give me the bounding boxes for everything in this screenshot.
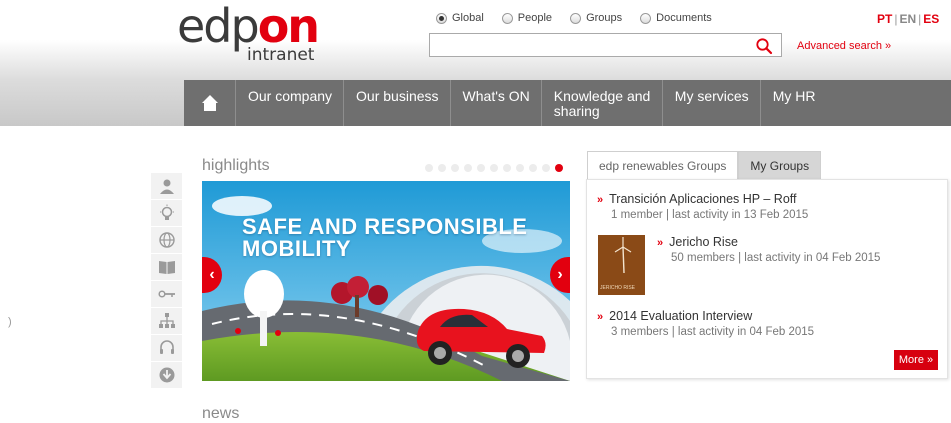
carousel-dot[interactable] <box>490 164 498 172</box>
group-title[interactable]: 2014 Evaluation Interview <box>609 309 752 323</box>
chevron-left-icon: ‹ <box>209 266 215 283</box>
side-headset-link[interactable] <box>151 335 182 361</box>
carousel-dot[interactable] <box>503 164 511 172</box>
download-icon <box>159 367 174 383</box>
nav-home[interactable] <box>184 80 236 126</box>
banner-illustration <box>202 181 570 381</box>
home-icon <box>201 95 218 111</box>
person-icon <box>159 179 174 194</box>
groups-tabs: edp renewables Groups My Groups <box>587 151 822 179</box>
scope-groups-label: Groups <box>586 12 623 24</box>
radio-groups[interactable] <box>570 12 582 24</box>
scope-people-label: People <box>517 12 553 24</box>
nav-our-company[interactable]: Our company <box>236 80 345 126</box>
radio-documents[interactable] <box>640 12 652 24</box>
banner-headline: SAFE AND RESPONSIBLE MOBILITY <box>242 216 527 260</box>
bullet-icon: » <box>597 194 604 206</box>
side-person-link[interactable] <box>151 173 182 199</box>
tab-my-groups[interactable]: My Groups <box>738 151 822 179</box>
tab-edp-renewables-groups[interactable]: edp renewables Groups <box>587 151 739 179</box>
search-scope-group: Global People Groups Documents <box>436 12 730 24</box>
banner-headline-line2: MOBILITY <box>242 236 352 261</box>
nav-whats-on[interactable]: What's ON <box>451 80 542 126</box>
scope-global-label: Global <box>452 12 484 24</box>
side-org-chart-link[interactable] <box>151 308 182 334</box>
carousel-dot[interactable] <box>451 164 459 172</box>
group-item[interactable]: » Jericho Rise 50 members | last activity… <box>657 235 880 264</box>
lang-pt[interactable]: PT <box>877 12 892 26</box>
carousel-dots <box>425 164 568 172</box>
main-nav: Our company Our business What's ON Knowl… <box>184 80 951 126</box>
group-item[interactable]: » 2014 Evaluation Interview 3 members | l… <box>597 309 814 338</box>
nav-knowledge-sharing[interactable]: Knowledge and sharing <box>542 80 663 126</box>
org-chart-icon <box>158 313 175 328</box>
highlight-banner[interactable]: SAFE AND RESPONSIBLE MOBILITY ‹ › <box>202 181 570 381</box>
wind-turbine-icon <box>614 237 632 274</box>
nav-my-hr[interactable]: My HR <box>761 80 827 126</box>
highlights-heading: highlights <box>202 157 270 174</box>
banner-headline-line1: SAFE AND RESPONSIBLE <box>242 214 528 239</box>
headset-icon <box>159 340 174 354</box>
group-title[interactable]: Transición Aplicaciones HP – Roff <box>609 192 796 206</box>
scope-documents-label: Documents <box>656 12 712 24</box>
search-input[interactable] <box>429 33 782 57</box>
edge-glyph: ) <box>8 316 12 328</box>
lang-separator: | <box>894 12 898 26</box>
side-globe-link[interactable] <box>151 227 182 253</box>
side-quick-links <box>151 173 182 389</box>
carousel-dot-active[interactable] <box>555 164 563 172</box>
news-heading: news <box>202 405 240 422</box>
bullet-icon: » <box>597 311 604 323</box>
side-download-link[interactable] <box>151 362 182 388</box>
logo-edp-text: edp <box>177 0 260 53</box>
radio-people[interactable] <box>501 12 513 24</box>
scope-documents[interactable]: Documents <box>640 12 712 24</box>
logo-intranet-text: intranet <box>247 45 315 65</box>
advanced-search-link[interactable]: Advanced search » <box>797 40 891 52</box>
search-icon[interactable] <box>755 37 773 55</box>
lang-separator: | <box>918 12 922 26</box>
chevron-right-icon: › <box>557 266 563 283</box>
radio-global[interactable] <box>436 12 447 24</box>
side-key-link[interactable] <box>151 281 182 307</box>
group-meta: 50 members | last activity in 04 Feb 201… <box>671 252 881 264</box>
thumbnail-caption: JERICHO RISE <box>600 285 636 291</box>
nav-my-services[interactable]: My services <box>663 80 761 126</box>
group-item[interactable]: » Transición Aplicaciones HP – Roff 1 mem… <box>597 192 808 221</box>
lang-en[interactable]: EN <box>899 12 916 26</box>
carousel-dot[interactable] <box>425 164 433 172</box>
groups-panel: » Transición Aplicaciones HP – Roff 1 mem… <box>586 179 948 379</box>
group-title[interactable]: Jericho Rise <box>669 235 738 249</box>
scope-people[interactable]: People <box>501 12 553 24</box>
carousel-dot[interactable] <box>542 164 550 172</box>
lang-es[interactable]: ES <box>923 12 939 26</box>
carousel-dot[interactable] <box>516 164 524 172</box>
book-icon <box>158 261 175 274</box>
group-meta: 3 members | last activity in 04 Feb 2015 <box>611 326 815 338</box>
side-book-link[interactable] <box>151 254 182 280</box>
key-icon <box>157 290 175 298</box>
side-lightbulb-link[interactable] <box>151 200 182 226</box>
scope-groups[interactable]: Groups <box>570 12 622 24</box>
lightbulb-icon <box>159 204 174 220</box>
bullet-icon: » <box>657 237 664 249</box>
edp-on-logo[interactable]: edpon intranet <box>177 0 327 69</box>
group-meta: 1 member | last activity in 13 Feb 2015 <box>611 209 809 221</box>
carousel-dot[interactable] <box>477 164 485 172</box>
scope-global[interactable]: Global <box>436 12 484 24</box>
language-switcher: PT | EN | ES <box>876 12 940 26</box>
carousel-dot[interactable] <box>529 164 537 172</box>
carousel-dot[interactable] <box>464 164 472 172</box>
carousel-dot[interactable] <box>438 164 446 172</box>
nav-our-business[interactable]: Our business <box>344 80 451 126</box>
globe-icon <box>158 232 175 248</box>
jericho-rise-thumbnail[interactable]: JERICHO RISE <box>598 235 645 295</box>
more-groups-button[interactable]: More » <box>894 350 938 370</box>
